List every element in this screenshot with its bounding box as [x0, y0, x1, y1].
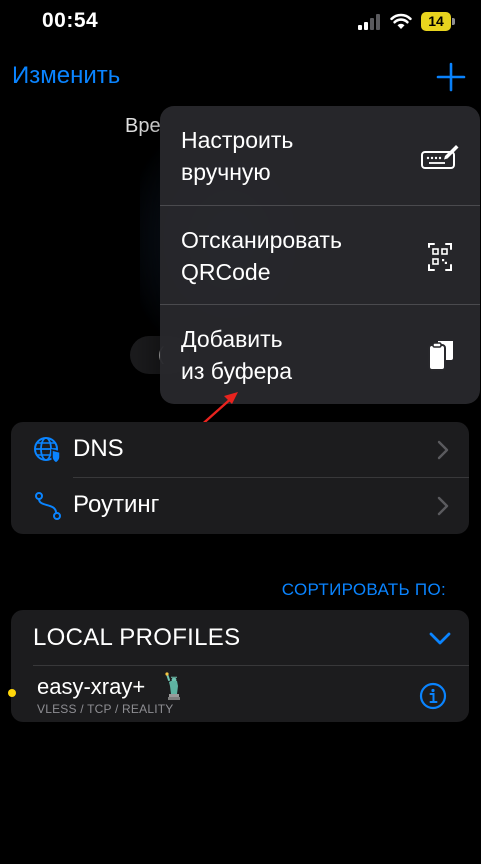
menu-item-label: Отсканировать QRCode	[181, 227, 342, 285]
globe-shield-icon	[34, 437, 61, 464]
menu-item-label: Настроить вручную	[181, 127, 294, 185]
add-profile-menu: Настроить вручную Отсканировать QRCode Д…	[160, 106, 480, 404]
profiles-group: LOCAL PROFILES easy-xray+ VLESS / TCP / …	[8, 610, 469, 722]
qr-scan-icon	[428, 243, 452, 271]
screen: 00:54 14 Изменить Вре ( Настроить вручну…	[0, 0, 481, 864]
status-time: 00:54	[42, 9, 99, 32]
settings-item-label: DNS	[73, 435, 124, 462]
menu-item-label: Добавить из буфера	[181, 326, 292, 384]
battery-level: 14	[421, 12, 451, 31]
battery-tip	[452, 18, 455, 25]
menu-item-scan-qr[interactable]: Отсканировать QRCode	[160, 205, 480, 304]
wifi-icon	[390, 13, 412, 29]
status-bar: 00:54 14	[0, 0, 481, 44]
settings-item-label: Роутинг	[73, 491, 160, 518]
profile-status-dot	[8, 689, 16, 697]
statue-of-liberty-icon	[165, 672, 180, 700]
settings-item-dns[interactable]: DNS	[11, 422, 469, 478]
chevron-down-icon[interactable]	[429, 632, 451, 646]
profile-name[interactable]: easy-xray+	[37, 674, 145, 700]
settings-group: DNS Роутинг	[11, 422, 469, 534]
route-icon	[35, 492, 61, 520]
divider	[33, 665, 469, 666]
cellular-signal-icon	[358, 14, 382, 30]
info-icon[interactable]	[419, 682, 447, 710]
profile-protocol: VLESS / TCP / REALITY	[37, 702, 174, 716]
chevron-right-icon	[437, 440, 449, 460]
profiles-header: LOCAL PROFILES	[33, 624, 241, 651]
edit-button[interactable]: Изменить	[12, 62, 120, 90]
settings-item-routing[interactable]: Роутинг	[11, 478, 469, 534]
plus-icon[interactable]	[436, 62, 466, 92]
keyboard-pencil-icon	[421, 145, 459, 169]
clipboard-icon	[428, 341, 453, 371]
battery-icon: 14	[421, 12, 455, 31]
sort-button[interactable]: СОРТИРОВАТЬ ПО:	[282, 580, 446, 600]
chevron-right-icon	[437, 496, 449, 516]
menu-item-manual[interactable]: Настроить вручную	[160, 106, 480, 205]
